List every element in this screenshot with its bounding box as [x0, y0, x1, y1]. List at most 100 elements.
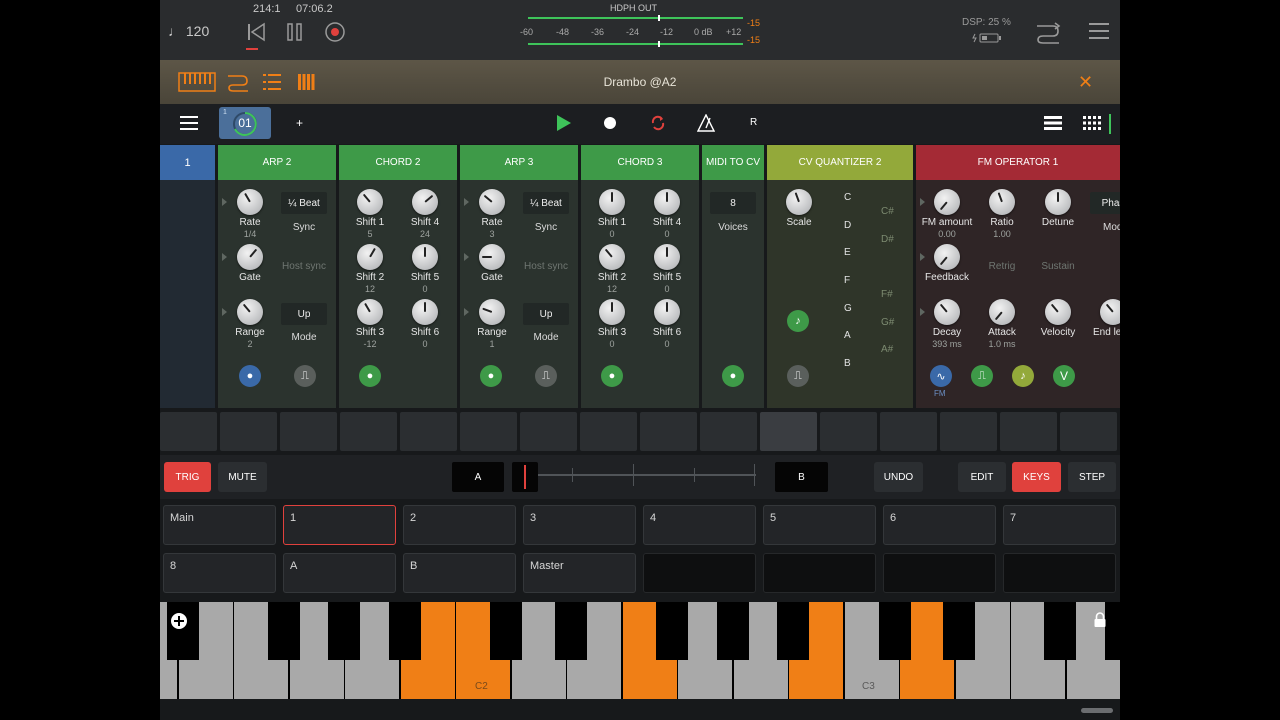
detune-knob[interactable] [1045, 189, 1071, 215]
retrig-label[interactable]: Retrig [972, 261, 1032, 272]
pad[interactable] [280, 412, 337, 451]
shift-2-knob[interactable] [357, 244, 383, 270]
midi-port-icon[interactable]: ● [722, 365, 744, 387]
slot-5[interactable]: 5 [763, 505, 876, 545]
black-key[interactable] [777, 602, 809, 660]
range-knob[interactable] [479, 299, 505, 325]
tempo-display[interactable]: ♩ 120 [168, 23, 209, 39]
slot-2[interactable]: 2 [403, 505, 516, 545]
velocity-port-icon[interactable]: V [1053, 365, 1075, 387]
gate-port-icon[interactable]: ⎍ [294, 365, 316, 387]
phase-box[interactable]: Phas [1090, 192, 1120, 214]
slot-7[interactable]: 7 [1003, 505, 1116, 545]
shift-6-knob[interactable] [412, 299, 438, 325]
metronome-icon[interactable] [697, 114, 715, 132]
record-icon[interactable] [324, 21, 346, 43]
pad[interactable] [1060, 412, 1117, 451]
decay-knob[interactable] [934, 299, 960, 325]
mode-box[interactable]: Up [281, 303, 327, 325]
stop-record-icon[interactable] [603, 116, 617, 130]
pad[interactable] [580, 412, 637, 451]
slot-a[interactable]: A [283, 553, 396, 593]
slot-master[interactable]: Master [523, 553, 636, 593]
pad[interactable] [520, 412, 577, 451]
shift-3-knob[interactable] [357, 299, 383, 325]
pad[interactable] [400, 412, 457, 451]
mode-box[interactable]: Up [523, 303, 569, 325]
module-title[interactable]: CHORD 3 [581, 145, 699, 180]
slot-empty[interactable] [763, 553, 876, 593]
pad[interactable] [760, 412, 817, 451]
list-view-icon[interactable] [1044, 116, 1062, 130]
black-key[interactable] [1044, 602, 1076, 660]
piano-keyboard[interactable]: C2 C3 [160, 602, 1120, 699]
black-key[interactable] [943, 602, 975, 660]
slot-b[interactable]: B [403, 553, 516, 593]
trig-button[interactable]: TRIG [164, 462, 211, 492]
black-key[interactable] [167, 602, 199, 660]
routing-icon[interactable] [1035, 20, 1061, 44]
rate-knob[interactable] [237, 189, 263, 215]
gate-port-icon[interactable]: ⎍ [535, 365, 557, 387]
shift-5-knob[interactable] [412, 244, 438, 270]
black-key[interactable] [656, 602, 688, 660]
slot-empty[interactable] [883, 553, 996, 593]
note-d-sharp[interactable]: D# [881, 234, 894, 245]
gate-port-icon[interactable]: ⎍ [787, 365, 809, 387]
black-key[interactable] [268, 602, 300, 660]
note-a-sharp[interactable]: A# [881, 344, 893, 355]
shift-3-knob[interactable] [599, 299, 625, 325]
slot-8[interactable]: 8 [163, 553, 276, 593]
slot-empty[interactable] [1003, 553, 1116, 593]
slot-1[interactable]: 1 [283, 505, 396, 545]
shift-4-knob[interactable] [412, 189, 438, 215]
a-button[interactable]: A [452, 462, 504, 492]
note-a[interactable]: A [844, 330, 851, 341]
midi-port-icon[interactable]: ● [239, 365, 261, 387]
pad[interactable] [460, 412, 517, 451]
pattern-selector[interactable]: 1 01 [219, 107, 271, 139]
black-key[interactable] [490, 602, 522, 660]
slot-main[interactable]: Main [163, 505, 276, 545]
gate-knob[interactable] [479, 244, 505, 270]
loop-icon[interactable] [650, 115, 666, 131]
fm-wave-port-icon[interactable]: ∿ [930, 365, 952, 387]
slot-3[interactable]: 3 [523, 505, 636, 545]
edit-button[interactable]: EDIT [958, 462, 1006, 492]
host-sync-label[interactable]: Host sync [516, 261, 576, 272]
rewind-icon[interactable] [246, 22, 266, 42]
end-level-knob[interactable] [1100, 299, 1120, 325]
black-key[interactable] [1105, 602, 1120, 660]
midi-port-icon[interactable]: ● [601, 365, 623, 387]
shift-6-knob[interactable] [654, 299, 680, 325]
host-sync-label[interactable]: Host sync [274, 261, 334, 272]
black-key[interactable] [717, 602, 749, 660]
note-g[interactable]: G [844, 303, 852, 314]
fm-amount-knob[interactable] [934, 189, 960, 215]
module-title[interactable]: ARP 3 [460, 145, 578, 180]
undo-button[interactable]: UNDO [874, 462, 923, 492]
velocity-knob[interactable] [1045, 299, 1071, 325]
pad[interactable] [880, 412, 937, 451]
pad[interactable] [940, 412, 997, 451]
track-number[interactable]: 1 [160, 145, 215, 180]
note-c-sharp[interactable]: C# [881, 206, 894, 217]
lock-icon[interactable] [1093, 612, 1107, 628]
close-icon[interactable]: ✕ [1078, 72, 1093, 93]
pad[interactable] [820, 412, 877, 451]
note-f[interactable]: F [844, 275, 850, 286]
module-title[interactable]: CV QUANTIZER 2 [767, 145, 913, 180]
r-button[interactable]: R [750, 117, 757, 128]
midi-port-icon[interactable]: ● [359, 365, 381, 387]
crossfader[interactable] [512, 462, 757, 492]
note-port-icon[interactable]: ♪ [787, 310, 809, 332]
play-icon[interactable] [556, 114, 572, 132]
note-b[interactable]: B [844, 358, 851, 369]
black-key[interactable] [389, 602, 421, 660]
shift-1-knob[interactable] [599, 189, 625, 215]
mute-button[interactable]: MUTE [218, 462, 267, 492]
pause-icon[interactable] [286, 22, 304, 42]
ratio-knob[interactable] [989, 189, 1015, 215]
pad[interactable] [340, 412, 397, 451]
attack-knob[interactable] [989, 299, 1015, 325]
